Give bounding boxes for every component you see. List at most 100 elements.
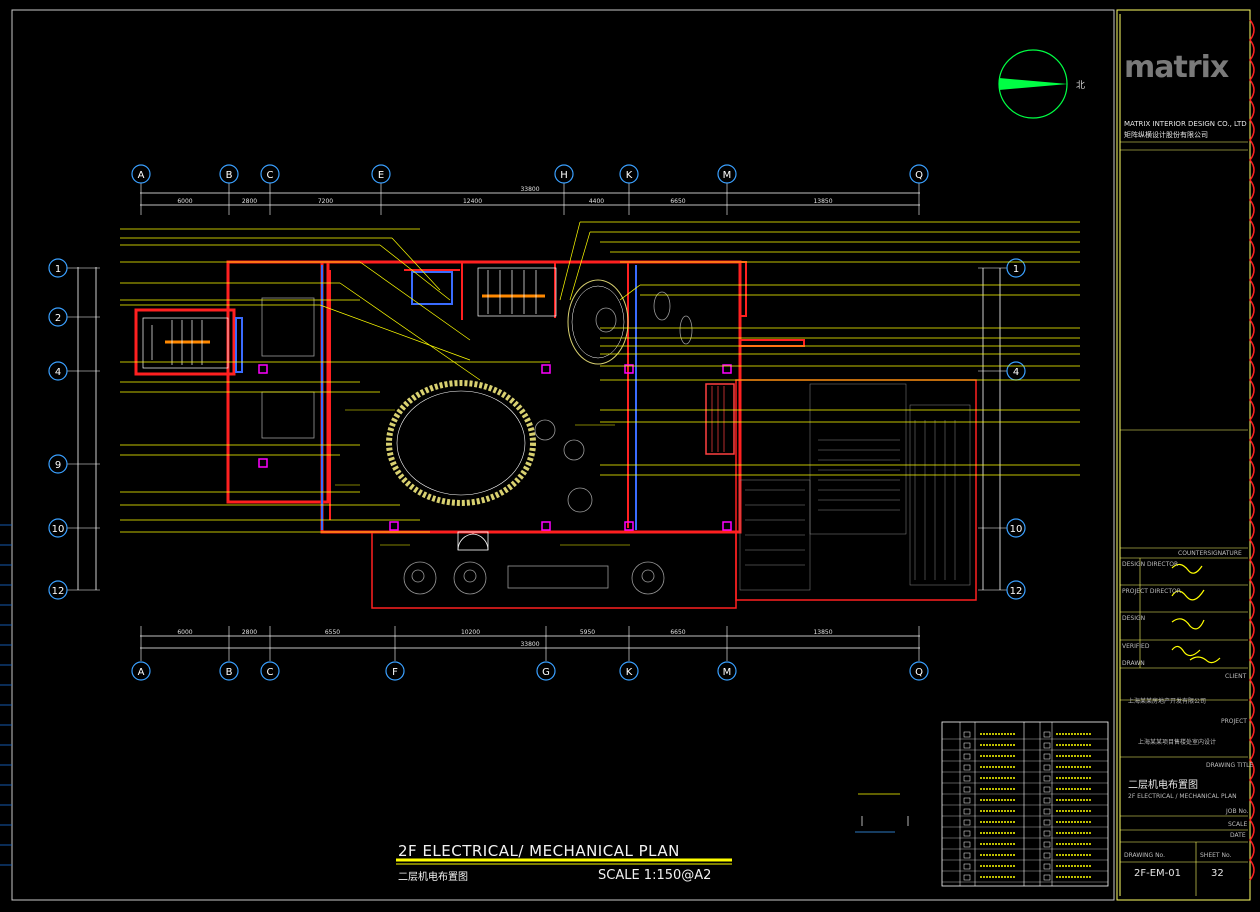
legend-symbol-right xyxy=(1043,841,1051,848)
grid-bubble-bottom-G-label: G xyxy=(542,667,550,678)
grid-bubble-bottom-K: K xyxy=(619,661,639,681)
floor-plan-svg: ABCEHKMQ ABCFGKMQ 12491012 141012 6000 28… xyxy=(0,9,1255,901)
drawing-no-label: DRAWING No. xyxy=(1124,852,1166,859)
legend-symbol-left xyxy=(963,852,971,859)
legend-symbol-right xyxy=(1043,819,1051,826)
binding-edge-marks xyxy=(1249,19,1255,881)
grid-bubble-left-9: 9 xyxy=(48,454,68,474)
grid-bubble-top-Q: Q xyxy=(909,164,929,184)
cad-drawing-canvas: ABCEHKMQ ABCFGKMQ 1 2 4 9 10 12 1 4 10 12 6000 28… xyxy=(0,0,1260,908)
signature-marks xyxy=(1171,563,1221,664)
dimension-bottom-4: 5950 xyxy=(580,629,595,636)
dimension-bottom-total: 33800 xyxy=(520,641,539,648)
dimension-bottom-2: 6550 xyxy=(325,629,340,636)
left-dimension-line xyxy=(77,267,97,590)
legend-symbol-right xyxy=(1043,764,1051,771)
grid-bubble-right-4-label: 4 xyxy=(1013,367,1019,378)
grid-bubble-bottom-M: M xyxy=(717,661,737,681)
dimension-bottom-1: 2800 xyxy=(242,629,257,636)
grid-bubble-left-10: 10 xyxy=(48,518,68,538)
legend-rows xyxy=(942,731,1108,883)
grid-bubble-left-2-label: 2 xyxy=(55,313,61,324)
grid-bubble-bottom-G: G xyxy=(536,661,556,681)
dimension-top-3: 12400 xyxy=(463,198,482,205)
role-project-director: PROJECT DIRECTOR xyxy=(1122,588,1181,595)
role-design-director: DESIGN DIRECTOR xyxy=(1122,561,1179,568)
grid-bubble-top-M: M xyxy=(717,164,737,184)
grid-bubble-top-A-label: A xyxy=(138,170,145,181)
client-value: 上海某某房地产开发有限公司 xyxy=(1128,698,1207,705)
legend-symbol-left xyxy=(963,863,971,870)
annotation-leaders-right xyxy=(559,221,1080,476)
grid-bubble-top-M-label: M xyxy=(723,170,732,181)
grid-bubble-right-12-label: 12 xyxy=(1010,586,1023,597)
dimension-top-6: 13850 xyxy=(813,198,832,205)
grid-bubble-left-1-label: 1 xyxy=(55,264,61,275)
legend-symbol-left xyxy=(963,786,971,793)
dimension-values-top: 6000 2800 7200 12400 4400 6650 13850 33800 xyxy=(177,186,832,205)
legend-symbol-left xyxy=(963,764,971,771)
grid-bubble-bottom-C: C xyxy=(260,661,280,681)
grid-bubble-left-1: 1 xyxy=(48,258,68,278)
company-name-cn: 矩阵纵横设计股份有限公司 xyxy=(1124,131,1208,139)
dimension-top-5: 6650 xyxy=(670,198,685,205)
grid-bubble-top-K-label: K xyxy=(626,170,633,181)
legend-table xyxy=(941,721,1109,887)
north-label: 北 xyxy=(1076,81,1086,91)
terrace-deck xyxy=(705,383,735,455)
legend-symbol-right xyxy=(1043,786,1051,793)
grid-bubble-bottom-F: F xyxy=(385,661,405,681)
dimension-values-bottom: 6000 2800 6550 10200 5950 6650 13850 33800 xyxy=(177,629,832,648)
client-label: CLIENT xyxy=(1225,673,1247,680)
right-dimension-line xyxy=(982,268,1001,590)
grid-bubble-top-B: B xyxy=(219,164,239,184)
dimension-bottom-0: 6000 xyxy=(177,629,192,636)
stair-center xyxy=(477,267,557,317)
grid-bubble-bottom-K-label: K xyxy=(626,667,633,678)
project-value: 上海某某项目售楼处室内设计 xyxy=(1138,739,1217,746)
grid-bubble-bottom-F-label: F xyxy=(392,667,398,678)
grid-bubble-bottom-B: B xyxy=(219,661,239,681)
dimension-bottom-5: 6650 xyxy=(670,629,685,636)
legend-symbol-left xyxy=(963,808,971,815)
legend-symbol-left xyxy=(963,742,971,749)
sheet-no-label: SHEET No. xyxy=(1200,852,1232,859)
title-underline xyxy=(396,858,732,865)
legend-symbol-right xyxy=(1043,731,1051,738)
annotation-leaders-left xyxy=(120,228,550,533)
dimension-top-total: 33800 xyxy=(520,186,539,193)
grid-bubble-top-K: K xyxy=(619,164,639,184)
grid-bubble-right-1-label: 1 xyxy=(1013,264,1019,275)
interior-dimensions xyxy=(335,409,630,546)
project-label: PROJECT xyxy=(1221,718,1247,725)
grid-bubble-left-12-label: 12 xyxy=(52,586,65,597)
grid-bubble-left-10-label: 10 xyxy=(52,524,65,535)
dimension-bottom-6: 13850 xyxy=(813,629,832,636)
legend-symbol-left xyxy=(963,830,971,837)
grid-bubble-right-10: 10 xyxy=(1006,518,1026,538)
dimension-bottom-3: 10200 xyxy=(461,629,480,636)
legend-symbol-left xyxy=(963,874,971,881)
grid-bubble-top-H-label: H xyxy=(560,170,568,181)
company-name-en: MATRIX INTERIOR DESIGN CO., LTD xyxy=(1124,120,1247,128)
legend-symbol-right xyxy=(1043,874,1051,881)
legend-symbol-right xyxy=(1043,830,1051,837)
grid-bubble-right-10-label: 10 xyxy=(1010,524,1023,535)
grid-bubble-left-4: 4 xyxy=(48,361,68,381)
grid-bubble-top-A: A xyxy=(131,164,151,184)
legend-symbol-right xyxy=(1043,742,1051,749)
drawing-number: 2F-EM-01 xyxy=(1134,868,1182,879)
grid-bubble-bottom-B-label: B xyxy=(226,667,233,678)
titleblock-drawing-title-cn: 二层机电布置图 xyxy=(1128,780,1198,791)
legend-symbol-right xyxy=(1043,775,1051,782)
grid-bubble-bottom-Q: Q xyxy=(909,661,929,681)
legend-symbol-left xyxy=(963,731,971,738)
grid-bubble-bottom-Q-label: Q xyxy=(915,667,923,678)
titleblock-drawing-title-en: 2F ELECTRICAL / MECHANICAL PLAN xyxy=(1128,793,1237,800)
grid-bubble-bottom-A-label: A xyxy=(138,667,145,678)
job-no-label: JOB No. xyxy=(1226,808,1249,815)
grid-bubble-left-9-label: 9 xyxy=(55,460,61,471)
dimension-top-2: 7200 xyxy=(318,198,333,205)
left-edge-grid xyxy=(0,524,12,866)
grid-axis-right: 1 4 10 12 xyxy=(978,258,1026,600)
